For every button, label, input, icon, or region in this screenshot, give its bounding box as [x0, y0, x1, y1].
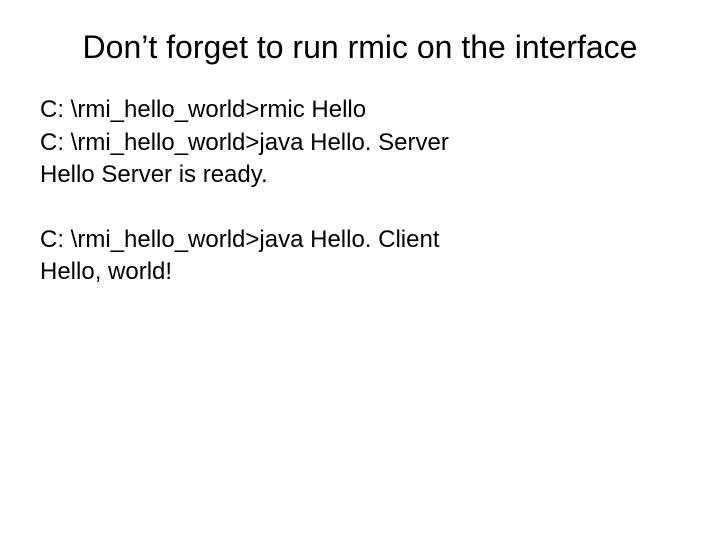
- terminal-line: C: \rmi_hello_world>rmic Hello: [40, 94, 680, 126]
- terminal-line: C: \rmi_hello_world>java Hello. Server: [40, 127, 680, 159]
- slide-title: Don’t forget to run rmic on the interfac…: [40, 28, 680, 66]
- blank-line: [40, 192, 680, 224]
- terminal-line: Hello Server is ready.: [40, 159, 680, 191]
- terminal-line: Hello, world!: [40, 256, 680, 288]
- terminal-line: C: \rmi_hello_world>java Hello. Client: [40, 224, 680, 256]
- slide-body: C: \rmi_hello_world>rmic Hello C: \rmi_h…: [40, 94, 680, 288]
